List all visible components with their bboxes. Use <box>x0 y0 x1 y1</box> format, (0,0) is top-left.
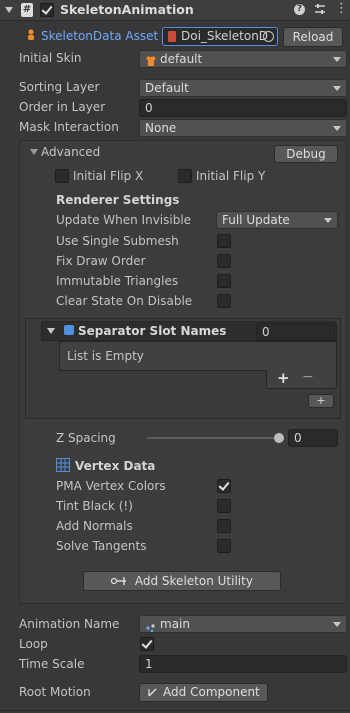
chevron-down-icon <box>333 57 341 62</box>
skeleton-data-asset-field[interactable]: Doi_SkeletonD <box>162 27 278 46</box>
component-title: SkeletonAnimation <box>60 2 194 17</box>
immutable-triangles-checkbox[interactable] <box>217 274 231 288</box>
separator-slots-label: Separator Slot Names <box>78 324 227 338</box>
list-empty-text: List is Empty <box>67 349 144 363</box>
add-normals-checkbox[interactable] <box>217 519 231 533</box>
list-remove-button[interactable]: − <box>302 369 314 385</box>
z-spacing-slider-thumb[interactable] <box>274 433 284 443</box>
tint-black-label: Tint Black (!) <box>56 499 133 513</box>
initial-flip-y-label: Initial Flip Y <box>196 169 266 183</box>
sorting-layer-label: Sorting Layer <box>19 80 100 94</box>
chevron-down-icon <box>333 86 341 91</box>
asset-file-icon <box>168 31 176 42</box>
solve-tangents-checkbox[interactable] <box>217 539 231 553</box>
help-icon[interactable]: ? <box>294 4 305 15</box>
more-options-icon[interactable]: ⋮ <box>335 1 348 17</box>
z-spacing-field[interactable]: 0 <box>288 429 338 447</box>
chevron-down-icon <box>333 622 341 627</box>
skeleton-utility-icon <box>110 573 131 585</box>
initial-flip-x-label: Initial Flip X <box>73 169 144 183</box>
add-skeleton-utility-button[interactable]: Add Skeleton Utility <box>83 571 281 591</box>
time-scale-field[interactable]: 1 <box>139 655 347 673</box>
component-enabled-checkbox[interactable] <box>40 3 54 17</box>
initial-flip-y-checkbox[interactable] <box>178 169 192 183</box>
renderer-settings-title: Renderer Settings <box>56 193 180 207</box>
mask-interaction-dropdown[interactable]: None <box>139 119 347 137</box>
animation-icon <box>146 620 156 632</box>
update-when-invisible-label: Update When Invisible <box>56 213 192 227</box>
order-in-layer-label: Order in Layer <box>19 100 106 114</box>
debug-button[interactable]: Debug <box>274 145 338 163</box>
clear-state-on-disable-label: Clear State On Disable <box>56 294 193 308</box>
time-scale-label: Time Scale <box>19 657 85 671</box>
add-slot-button[interactable]: + <box>308 394 334 408</box>
separator-slots-count-field[interactable]: 0 <box>256 323 335 341</box>
initial-skin-dropdown[interactable]: default <box>139 50 347 68</box>
advanced-foldout-label[interactable]: Advanced <box>41 145 100 159</box>
add-component-icon <box>147 685 159 697</box>
slot-icon <box>64 325 74 335</box>
root-motion-label: Root Motion <box>19 685 91 699</box>
shirt-icon <box>146 54 156 66</box>
fix-draw-order-label: Fix Draw Order <box>56 254 146 268</box>
list-add-button[interactable]: + <box>277 369 290 387</box>
order-in-layer-field[interactable]: 0 <box>139 99 347 117</box>
initial-flip-x-checkbox[interactable] <box>55 169 69 183</box>
skeleton-data-icon <box>26 29 36 41</box>
sorting-layer-dropdown[interactable]: Default <box>139 79 347 97</box>
presets-icon[interactable] <box>314 3 326 15</box>
use-single-submesh-checkbox[interactable] <box>217 234 231 248</box>
animation-name-label: Animation Name <box>19 617 120 631</box>
fix-draw-order-checkbox[interactable] <box>217 254 231 268</box>
loop-checkbox[interactable] <box>140 637 154 651</box>
foldout-arrow-icon[interactable] <box>5 7 13 13</box>
use-single-submesh-label: Use Single Submesh <box>56 234 179 248</box>
reload-button[interactable]: Reload <box>283 27 343 47</box>
z-spacing-label: Z Spacing <box>56 431 116 445</box>
chevron-down-icon <box>324 218 332 223</box>
add-component-button[interactable]: Add Component <box>139 683 268 702</box>
pma-vertex-colors-label: PMA Vertex Colors <box>56 479 166 493</box>
clear-state-on-disable-checkbox[interactable] <box>217 294 231 308</box>
add-normals-label: Add Normals <box>56 519 133 533</box>
object-picker-icon[interactable] <box>263 31 274 42</box>
script-icon: # <box>21 3 33 17</box>
update-when-invisible-dropdown[interactable]: Full Update <box>216 211 338 229</box>
animation-name-dropdown[interactable]: main <box>139 615 347 633</box>
tint-black-checkbox[interactable] <box>217 499 231 513</box>
advanced-foldout-icon[interactable] <box>30 149 38 155</box>
chevron-down-icon <box>333 126 341 131</box>
loop-label: Loop <box>19 637 48 651</box>
bottom-divider <box>0 710 350 711</box>
z-spacing-slider-track[interactable] <box>147 437 281 439</box>
separator-slots-foldout-icon[interactable] <box>47 328 55 334</box>
immutable-triangles-label: Immutable Triangles <box>56 274 179 288</box>
grid-icon <box>56 458 70 472</box>
vertex-data-title: Vertex Data <box>75 459 156 473</box>
solve-tangents-label: Solve Tangents <box>56 539 147 553</box>
initial-skin-label: Initial Skin <box>19 51 82 65</box>
pma-vertex-colors-checkbox[interactable] <box>217 479 231 493</box>
skeleton-data-label: SkeletonData Asset <box>41 29 159 43</box>
mask-interaction-label: Mask Interaction <box>19 120 119 134</box>
